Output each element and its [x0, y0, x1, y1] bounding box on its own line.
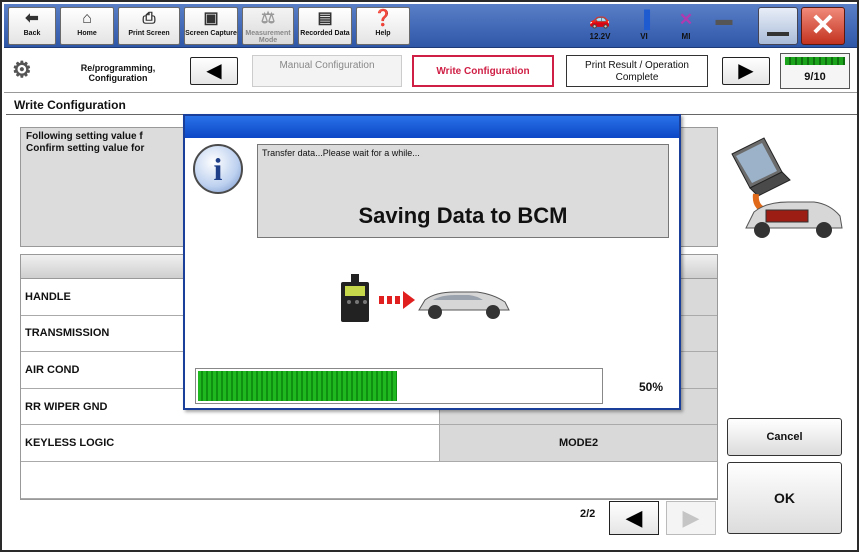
- page-indicator: 2/2: [580, 508, 596, 520]
- reprogramming-configuration-button[interactable]: ⚙ Re/programming, Configuration: [10, 55, 178, 87]
- page-next-button[interactable]: ▶: [666, 501, 716, 535]
- help-icon: ❓: [373, 10, 393, 27]
- left-arrow-icon: ◀: [625, 505, 643, 530]
- help-button[interactable]: ❓ Help: [356, 7, 410, 45]
- cancel-button[interactable]: Cancel: [727, 418, 842, 456]
- back-arrow-icon: ⬅: [25, 10, 39, 27]
- saving-progress-fill: [198, 371, 397, 401]
- page-title: Write Configuration: [14, 98, 126, 112]
- dialog-message-box: Transfer data...Please wait for a while.…: [257, 144, 669, 238]
- battery-icon: ▬: [715, 10, 733, 29]
- minimize-button[interactable]: [758, 7, 798, 45]
- screen-capture-button[interactable]: ▣ Screen Capture: [184, 7, 238, 45]
- mi-disconnected-icon: ✕: [678, 10, 694, 29]
- reprogramming-icon: ⚙: [12, 57, 32, 82]
- dialog-title-bar: [185, 116, 679, 138]
- mi-status: ✕ MI: [668, 8, 704, 44]
- laptop-to-car-illustration: [731, 137, 843, 238]
- vi-status: ▐ VI: [626, 8, 662, 44]
- dialog-heading: Saving Data to BCM: [358, 203, 568, 228]
- right-arrow-icon: ▶: [738, 60, 754, 82]
- info-icon: i: [193, 144, 243, 194]
- app-window: ⬅ Back ⌂ Home ⎙ Print Screen ▣ Screen Ca…: [0, 0, 859, 552]
- measurement-mode-button[interactable]: ⚖ Measurement Mode: [242, 7, 294, 45]
- step-progress-indicator: 9/10: [780, 53, 850, 89]
- saving-progress-percent: 50%: [639, 380, 664, 394]
- step-navigation: ⚙ Re/programming, Configuration ◀ Manual…: [4, 49, 857, 93]
- saving-dialog: i Transfer data...Please wait for a whil…: [183, 114, 681, 410]
- car-icon: [745, 201, 843, 238]
- close-icon: ✕: [810, 9, 836, 42]
- camera-icon: ▣: [203, 10, 219, 27]
- printer-icon: ⎙: [142, 10, 156, 27]
- print-screen-button[interactable]: ⎙ Print Screen: [118, 7, 180, 45]
- top-toolbar: ⬅ Back ⌂ Home ⎙ Print Screen ▣ Screen Ca…: [4, 4, 857, 48]
- red-arrow-icon: [379, 291, 415, 309]
- table-row-empty: [21, 461, 717, 499]
- battery-icon-status: ▬: [706, 8, 742, 44]
- next-step-button[interactable]: ▶: [722, 57, 770, 85]
- step-progress-bar: [785, 57, 845, 65]
- signal-icon: ▐: [637, 10, 651, 29]
- car-icon: [418, 291, 510, 319]
- interface-device-icon: [341, 274, 369, 322]
- dialog-message: Transfer data...Please wait for a while.…: [262, 148, 420, 158]
- close-button[interactable]: ✕: [801, 7, 845, 45]
- laptop-icon: [731, 137, 791, 197]
- recorded-data-button[interactable]: ▤ Recorded Data: [298, 7, 352, 45]
- transfer-graphic: [341, 274, 510, 322]
- step-manual-configuration: Manual Configuration: [252, 55, 402, 87]
- previous-step-button[interactable]: ◀: [190, 57, 238, 85]
- right-arrow-icon: ▶: [682, 505, 700, 530]
- battery-status: 🚗 12.2V: [582, 8, 618, 44]
- recorded-data-icon: ▤: [317, 10, 333, 27]
- home-button[interactable]: ⌂ Home: [60, 7, 114, 45]
- table-row[interactable]: KEYLESS LOGIC MODE2: [21, 425, 717, 462]
- home-icon: ⌂: [82, 10, 92, 27]
- back-button[interactable]: ⬅ Back: [8, 7, 56, 45]
- saving-progress-bar: [195, 368, 603, 404]
- car-icon: 🚗: [589, 10, 611, 29]
- step-print-result: Print Result / Operation Complete: [566, 55, 708, 87]
- ok-button[interactable]: OK: [727, 462, 842, 534]
- step-write-configuration: Write Configuration: [412, 55, 554, 87]
- page-previous-button[interactable]: ◀: [609, 501, 659, 535]
- left-arrow-icon: ◀: [206, 60, 222, 82]
- setting-name: KEYLESS LOGIC: [21, 425, 440, 461]
- meter-icon: ⚖: [260, 10, 276, 27]
- setting-value: MODE2: [440, 425, 717, 461]
